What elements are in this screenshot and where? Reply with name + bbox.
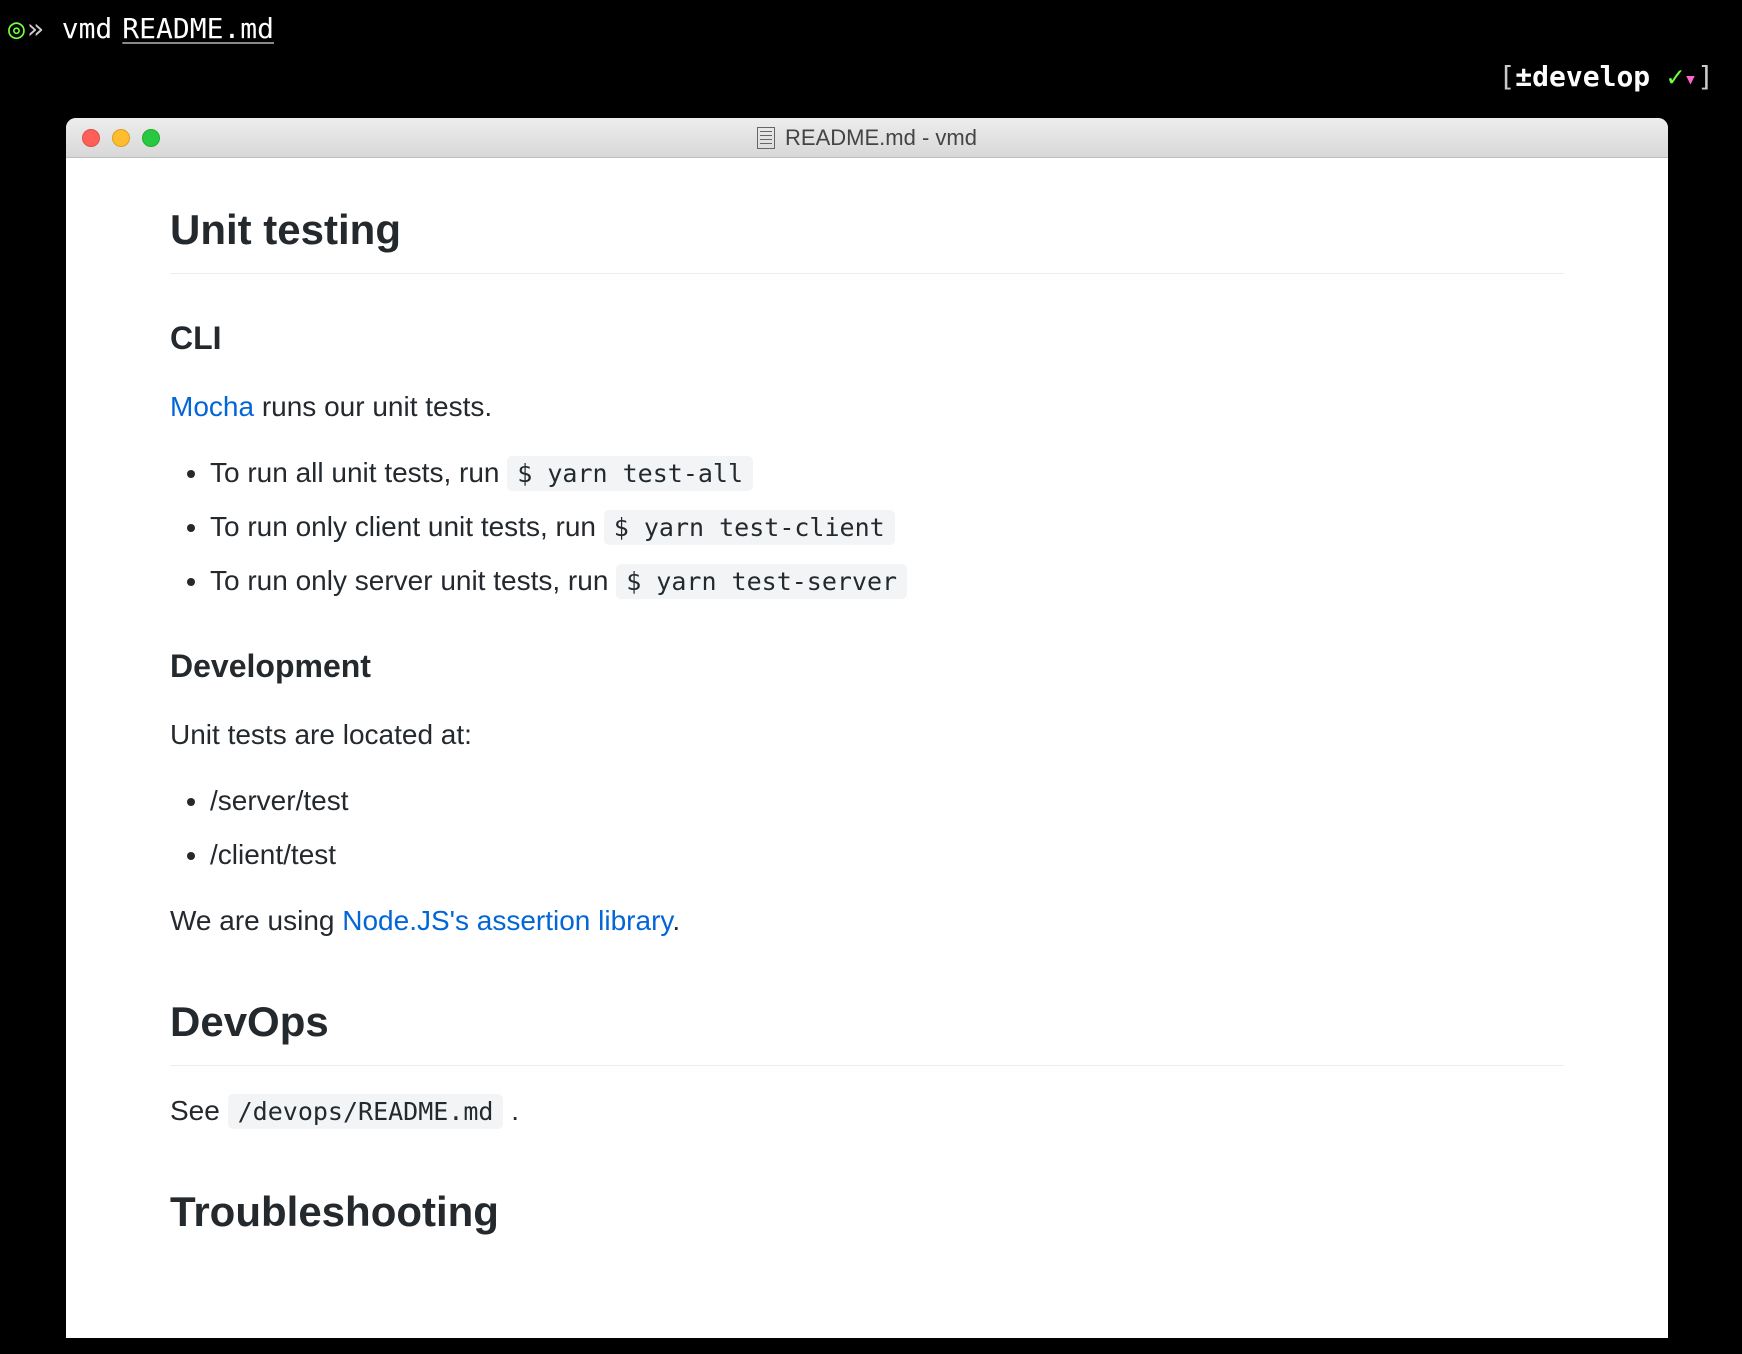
assert-pre: We are using	[170, 905, 342, 936]
heading-unit-testing: Unit testing	[170, 198, 1564, 274]
git-branch: develop	[1532, 60, 1650, 93]
traffic-lights	[82, 129, 160, 147]
zoom-button[interactable]	[142, 129, 160, 147]
terminal-command: vmd	[62, 12, 113, 45]
dev-list: /server/test /client/test	[210, 780, 1564, 876]
list-item: /server/test	[210, 780, 1564, 822]
assertion-link[interactable]: Node.JS's assertion library	[342, 905, 672, 936]
assert-tail: .	[672, 905, 680, 936]
window-title: README.md - vmd	[785, 125, 977, 151]
mocha-paragraph: Mocha runs our unit tests.	[170, 386, 1564, 428]
code-test-all: $ yarn test-all	[507, 456, 753, 491]
prompt-icon: ◎	[8, 12, 25, 45]
heading-devops: DevOps	[170, 990, 1564, 1066]
list-item: To run only client unit tests, run $ yar…	[210, 506, 1564, 548]
bracket-close: ]	[1697, 60, 1714, 93]
heading-development: Development	[170, 642, 1564, 690]
minimize-button[interactable]	[112, 129, 130, 147]
code-test-server: $ yarn test-server	[616, 564, 907, 599]
li-text: To run all unit tests, run	[210, 457, 507, 488]
app-window: README.md - vmd Unit testing CLI Mocha r…	[66, 118, 1668, 1338]
code-test-client: $ yarn test-client	[604, 510, 895, 545]
devops-tail: .	[503, 1095, 519, 1126]
mocha-link[interactable]: Mocha	[170, 391, 254, 422]
close-button[interactable]	[82, 129, 100, 147]
li-text: To run only server unit tests, run	[210, 565, 616, 596]
terminal[interactable]: ◎» vmd README.md [±develop ✓▾]	[8, 12, 1734, 45]
titlebar[interactable]: README.md - vmd	[66, 118, 1668, 158]
mocha-tail: runs our unit tests.	[254, 391, 492, 422]
git-pm-icon: ±	[1515, 60, 1532, 93]
check-icon: ✓	[1667, 60, 1684, 93]
assertion-paragraph: We are using Node.JS's assertion library…	[170, 900, 1564, 942]
cli-list: To run all unit tests, run $ yarn test-a…	[210, 452, 1564, 602]
terminal-git-status: [±develop ✓▾]	[1498, 60, 1714, 93]
markdown-content[interactable]: Unit testing CLI Mocha runs our unit tes…	[66, 158, 1668, 1243]
terminal-command-line: ◎» vmd README.md	[8, 12, 1734, 45]
document-icon	[757, 127, 775, 149]
heading-cli: CLI	[170, 314, 1564, 362]
heading-troubleshooting: Troubleshooting	[170, 1180, 1564, 1243]
code-devops-readme: /devops/README.md	[228, 1094, 504, 1129]
list-item: To run all unit tests, run $ yarn test-a…	[210, 452, 1564, 494]
devops-pre: See	[170, 1095, 228, 1126]
bracket-open: [	[1498, 60, 1515, 93]
dev-intro: Unit tests are located at:	[170, 714, 1564, 756]
terminal-argument: README.md	[122, 12, 274, 45]
prompt-arrow-icon: »	[27, 12, 44, 45]
devops-paragraph: See /devops/README.md .	[170, 1090, 1564, 1132]
window-title-container: README.md - vmd	[66, 125, 1668, 151]
li-text: To run only client unit tests, run	[210, 511, 604, 542]
triangle-down-icon: ▾	[1684, 67, 1697, 92]
list-item: To run only server unit tests, run $ yar…	[210, 560, 1564, 602]
list-item: /client/test	[210, 834, 1564, 876]
